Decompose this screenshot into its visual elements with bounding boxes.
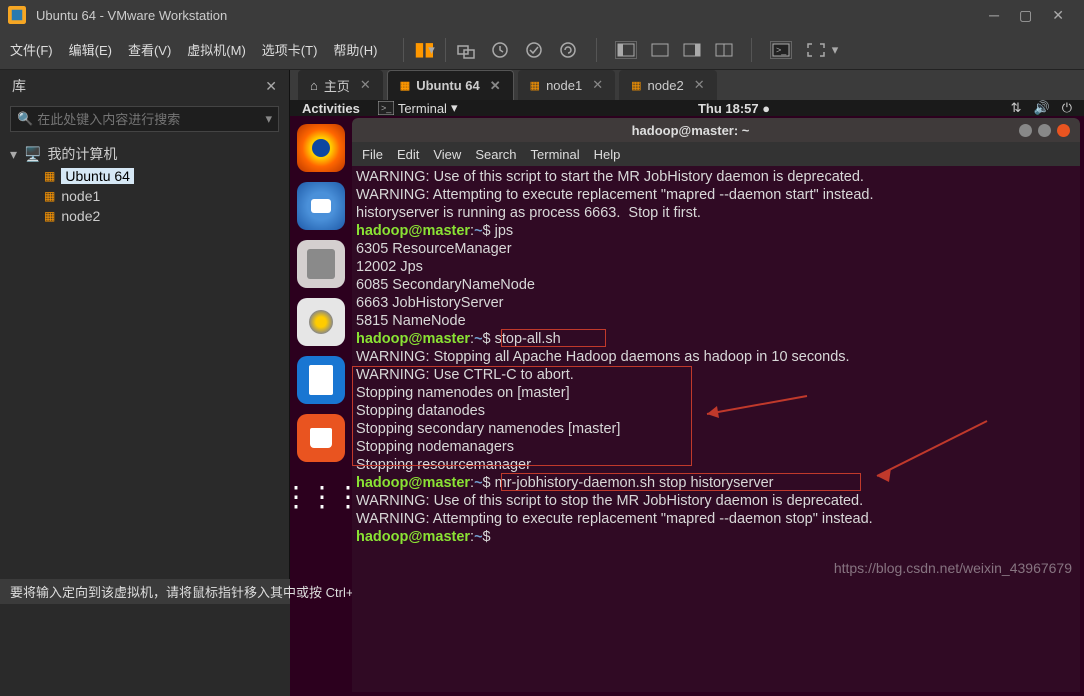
- library-close-icon[interactable]: ✕: [265, 78, 277, 95]
- tab-close-icon[interactable]: ✕: [360, 77, 371, 93]
- term-minimize-icon[interactable]: [1019, 124, 1032, 137]
- term-menu-view[interactable]: View: [433, 147, 461, 162]
- tree-vm-node1[interactable]: ▦ node1: [10, 186, 279, 206]
- menu-tabs[interactable]: 选项卡(T): [262, 40, 318, 59]
- window-title: Ubuntu 64 - VMware Workstation: [36, 8, 989, 23]
- term-menu-help[interactable]: Help: [594, 147, 621, 162]
- library-title: 库: [12, 76, 26, 96]
- view-mode-4-icon[interactable]: [715, 43, 733, 57]
- tab-home[interactable]: ⌂ 主页 ✕: [298, 70, 383, 100]
- close-button[interactable]: ✕: [1052, 7, 1064, 24]
- terminal-titlebar[interactable]: hadoop@master: ~: [352, 118, 1080, 142]
- search-dropdown-icon[interactable]: ▾: [265, 111, 272, 127]
- term-maximize-icon[interactable]: [1038, 124, 1051, 137]
- tree-vm-ubuntu64[interactable]: ▦ Ubuntu 64: [10, 166, 279, 186]
- terminal-icon: >_: [378, 101, 394, 115]
- ubuntu-launcher: ⋮⋮⋮: [290, 116, 352, 696]
- tree-root[interactable]: ▾ 🖥️ 我的计算机: [10, 142, 279, 166]
- vm-icon: ▦: [44, 209, 55, 223]
- search-icon: 🔍: [17, 111, 33, 127]
- launcher-thunderbird[interactable]: [297, 182, 345, 230]
- launcher-ubuntu-software[interactable]: [297, 414, 345, 462]
- term-close-icon[interactable]: [1057, 124, 1070, 137]
- tab-node2[interactable]: ▦ node2 ✕: [619, 70, 716, 100]
- library-tree: ▾ 🖥️ 我的计算机 ▦ Ubuntu 64 ▦ node1 ▦ node2: [0, 136, 289, 232]
- vmware-menubar: 文件(F) 编辑(E) 查看(V) 虚拟机(M) 选项卡(T) 帮助(H) ▮▮…: [0, 30, 1084, 70]
- view-mode-2-icon[interactable]: [651, 43, 669, 57]
- menu-file[interactable]: 文件(F): [10, 40, 53, 59]
- terminal-content[interactable]: WARNING: Use of this script to start the…: [352, 166, 1080, 692]
- vm-icon: ▦: [631, 79, 641, 92]
- gnome-clock[interactable]: Thu 18:57 ●: [457, 101, 1010, 116]
- view-mode-3-icon[interactable]: [683, 43, 701, 57]
- power-icon[interactable]: ⏻: [1062, 100, 1072, 116]
- launcher-show-apps[interactable]: ⋮⋮⋮: [297, 472, 345, 520]
- computer-icon: 🖥️: [24, 146, 41, 163]
- home-icon: ⌂: [310, 78, 318, 93]
- statusbar-text: 要将输入定向到该虚拟机，请将鼠标指针移入其中或按 Ctrl+G。: [10, 582, 377, 601]
- launcher-files[interactable]: [297, 240, 345, 288]
- tab-close-icon[interactable]: ✕: [592, 77, 603, 93]
- term-menu-terminal[interactable]: Terminal: [531, 147, 580, 162]
- main-area: ⌂ 主页 ✕ ▦ Ubuntu 64 ✕ ▦ node1 ✕ ▦ node2 ✕: [290, 70, 1084, 579]
- tree-vm-node2[interactable]: ▦ node2: [10, 206, 279, 226]
- launcher-libreoffice[interactable]: [297, 356, 345, 404]
- tab-node1[interactable]: ▦ node1 ✕: [518, 70, 615, 100]
- volume-icon[interactable]: 🔊: [1034, 100, 1050, 116]
- tab-close-icon[interactable]: ✕: [490, 78, 501, 94]
- send-input-icon[interactable]: [456, 40, 476, 60]
- term-menu-search[interactable]: Search: [475, 147, 516, 162]
- fullscreen-dropdown-icon[interactable]: ▾: [832, 42, 839, 58]
- guest-desktop: ⋮⋮⋮ hadoop@master: ~ File Edit View Sear…: [290, 116, 1084, 696]
- network-icon[interactable]: ⇅: [1011, 100, 1022, 116]
- svg-text:>_: >_: [776, 45, 787, 55]
- watermark: https://blog.csdn.net/weixin_43967679: [834, 560, 1072, 576]
- terminal-window: hadoop@master: ~ File Edit View Search T…: [352, 118, 1080, 692]
- vm-tabs: ⌂ 主页 ✕ ▦ Ubuntu 64 ✕ ▦ node1 ✕ ▦ node2 ✕: [290, 70, 1084, 100]
- window-controls: ─ ▢ ✕: [989, 7, 1064, 24]
- launcher-firefox[interactable]: [297, 124, 345, 172]
- gnome-topbar: Activities >_ Terminal ▾ Thu 18:57 ● ⇅ 🔊…: [290, 100, 1084, 116]
- revert-icon[interactable]: [558, 40, 578, 60]
- term-menu-edit[interactable]: Edit: [397, 147, 419, 162]
- terminal-title: hadoop@master: ~: [362, 123, 1019, 138]
- terminal-menubar: File Edit View Search Terminal Help: [352, 142, 1080, 166]
- gnome-active-app[interactable]: >_ Terminal ▾: [378, 100, 458, 116]
- gnome-activities[interactable]: Activities: [302, 101, 360, 116]
- tab-ubuntu64[interactable]: ▦ Ubuntu 64 ✕: [387, 70, 514, 100]
- launcher-rhythmbox[interactable]: [297, 298, 345, 346]
- library-search-input[interactable]: [37, 112, 261, 127]
- minimize-button[interactable]: ─: [989, 7, 999, 24]
- tab-close-icon[interactable]: ✕: [694, 77, 705, 93]
- vm-icon: ▦: [530, 79, 540, 92]
- library-search[interactable]: 🔍 ▾: [10, 106, 279, 132]
- vm-icon: ▦: [44, 189, 55, 203]
- library-sidebar: 库 ✕ 🔍 ▾ ▾ 🖥️ 我的计算机 ▦ Ubuntu 64 ▦ node1 ▦: [0, 70, 290, 579]
- maximize-button[interactable]: ▢: [1019, 7, 1032, 24]
- term-menu-file[interactable]: File: [362, 147, 383, 162]
- menu-view[interactable]: 查看(V): [128, 40, 171, 59]
- vm-icon: ▦: [400, 79, 410, 92]
- menu-vm[interactable]: 虚拟机(M): [187, 40, 246, 59]
- vm-icon: ▦: [44, 169, 55, 183]
- svg-text:>_: >_: [381, 103, 392, 113]
- menu-help[interactable]: 帮助(H): [333, 40, 377, 59]
- snapshot-icon[interactable]: [490, 40, 510, 60]
- fullscreen-icon[interactable]: [806, 42, 826, 58]
- snapshot-manager-icon[interactable]: [524, 40, 544, 60]
- vmware-logo-icon: [8, 6, 26, 24]
- pause-dropdown-icon[interactable]: ▾: [428, 42, 435, 58]
- view-mode-1-icon[interactable]: [615, 41, 637, 59]
- vmware-titlebar: Ubuntu 64 - VMware Workstation ─ ▢ ✕: [0, 0, 1084, 30]
- menu-edit[interactable]: 编辑(E): [69, 40, 112, 59]
- console-icon[interactable]: >_: [770, 41, 792, 59]
